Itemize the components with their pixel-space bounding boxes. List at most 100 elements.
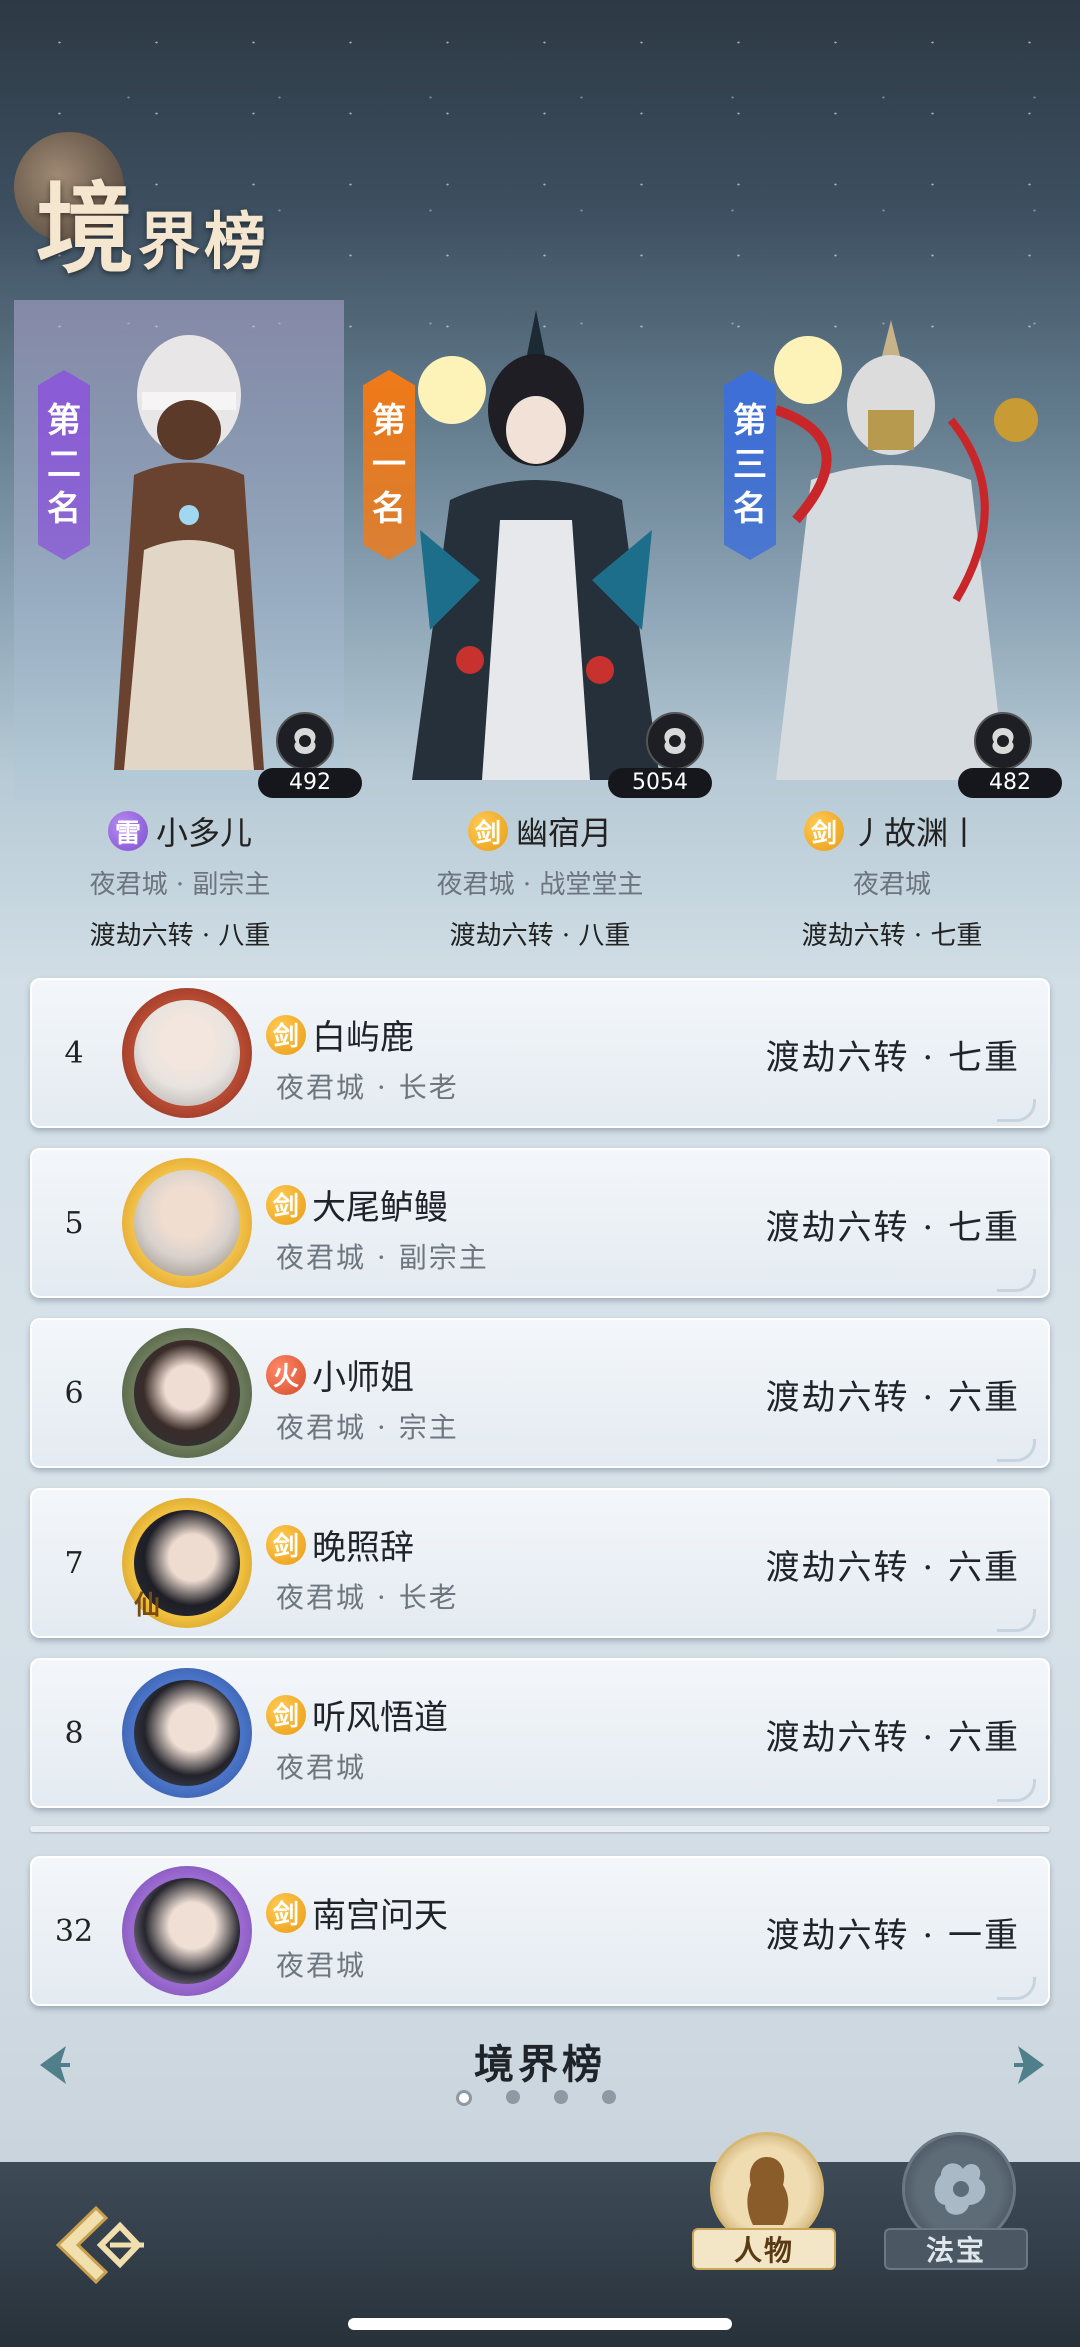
pagination-dot-1[interactable] <box>456 2090 472 2106</box>
pagination-dot-3[interactable] <box>554 2090 568 2104</box>
sect-emblem-icon <box>974 712 1032 770</box>
ranking-row[interactable]: 4 剑白屿鹿 夜君城 · 长老 渡劫六转 · 七重 <box>30 978 1050 1128</box>
player-sect: 夜君城 · 宗主 <box>276 1411 459 1444</box>
element-sword-icon: 剑 <box>266 1184 306 1225</box>
sect-emblem-icon <box>276 712 334 770</box>
rank-banner-char: 三 <box>733 445 767 485</box>
rank-number: 6 <box>64 1375 84 1411</box>
player-realm: 渡劫六转 · 六重 <box>765 1718 1020 1758</box>
score-pill: 492 <box>258 768 362 798</box>
sect-emblem-icon <box>646 712 704 770</box>
player-sect: 夜君城 · 战堂堂主 <box>436 870 644 900</box>
rank-banner-char: 二 <box>47 445 81 485</box>
element-sword-icon: 剑 <box>266 1694 306 1735</box>
player-sect: 夜君城 · 副宗主 <box>276 1241 489 1274</box>
row-corner-decoration <box>997 1439 1036 1462</box>
rank-banner-2: 第二名 <box>38 370 90 560</box>
element-sword-icon: 剑 <box>266 1892 306 1933</box>
top-info-rank-2[interactable]: 雷小多儿 夜君城 · 副宗主 渡劫六转 · 八重 <box>10 808 350 952</box>
row-corner-decoration <box>997 1099 1036 1122</box>
element-fire-icon: 火 <box>266 1354 306 1395</box>
player-sect: 夜君城 · 副宗主 <box>89 870 271 900</box>
podium-rank-2[interactable]: 第二名 492 <box>14 300 362 800</box>
rank-banner-3: 第三名 <box>724 370 776 560</box>
top-info-rank-1[interactable]: 剑幽宿月 夜君城 · 战堂堂主 渡劫六转 · 八重 <box>370 808 710 952</box>
player-avatar: 仙 <box>122 1498 252 1628</box>
ranking-row[interactable]: 6 火小师姐 夜君城 · 宗主 渡劫六转 · 六重 <box>30 1318 1050 1468</box>
pagination-dot-2[interactable] <box>506 2090 520 2104</box>
player-name: 丿故渊丨 <box>851 814 980 852</box>
player-sect: 夜君城 <box>276 1751 367 1784</box>
pagination-dot-4[interactable] <box>602 2090 616 2104</box>
player-realm: 渡劫六转 · 六重 <box>765 1548 1020 1588</box>
player-sect: 夜君城 · 长老 <box>276 1071 459 1104</box>
home-indicator <box>348 2318 732 2330</box>
rank-banner-char: 第 <box>733 401 767 441</box>
score-pill: 5054 <box>608 768 712 798</box>
rank-banner-char: 一 <box>372 445 406 485</box>
podium-rank-3[interactable]: 第三名 482 <box>716 300 1066 800</box>
leaderboard-name: 境界榜 <box>474 2041 606 2088</box>
rank-banner-1: 第一名 <box>363 370 415 560</box>
element-sword-icon: 剑 <box>803 811 844 851</box>
rank-number: 8 <box>64 1715 84 1751</box>
player-sect: 夜君城 <box>852 870 931 900</box>
element-sword-icon: 剑 <box>467 811 508 851</box>
tab-label: 法宝 <box>884 2228 1028 2270</box>
element-sword-icon: 剑 <box>266 1524 306 1565</box>
player-sect: 夜君城 <box>276 1949 367 1982</box>
player-avatar <box>122 1866 252 1996</box>
top-info-rank-3[interactable]: 剑丿故渊丨 夜君城 渡劫六转 · 七重 <box>722 808 1062 952</box>
player-name: 晚照辞 <box>312 1528 414 1568</box>
tab-label: 人物 <box>692 2228 836 2270</box>
list-divider <box>30 1826 1050 1832</box>
player-avatar <box>122 1328 252 1458</box>
rank-number: 32 <box>54 1913 94 1949</box>
player-name: 小师姐 <box>312 1358 414 1398</box>
rank-banner-char: 名 <box>47 489 81 529</box>
pagination-dots <box>456 2090 616 2106</box>
row-corner-decoration <box>997 1269 1036 1292</box>
player-realm: 渡劫六转 · 七重 <box>765 1208 1020 1248</box>
rank-number: 7 <box>64 1545 84 1581</box>
my-ranking-row[interactable]: 32 剑南宫问天 夜君城 渡劫六转 · 一重 <box>30 1856 1050 2006</box>
player-name: 南宫问天 <box>312 1896 448 1936</box>
score-pill: 482 <box>958 768 1062 798</box>
element-sword-icon: 剑 <box>266 1014 306 1055</box>
player-sect: 夜君城 · 长老 <box>276 1581 459 1614</box>
player-name: 白屿鹿 <box>312 1018 414 1058</box>
player-realm: 渡劫六转 · 七重 <box>801 921 983 951</box>
player-name: 听风悟道 <box>312 1698 448 1738</box>
element-thunder-icon: 雷 <box>107 811 148 851</box>
page-title-rest: 界榜 <box>138 205 271 278</box>
rank-banner-char: 名 <box>733 489 767 529</box>
player-realm: 渡劫六转 · 七重 <box>765 1038 1020 1078</box>
row-corner-decoration <box>997 1609 1036 1632</box>
ranking-row[interactable]: 5 剑大尾鲈鳗 夜君城 · 副宗主 渡劫六转 · 七重 <box>30 1148 1050 1298</box>
rank-banner-char: 名 <box>372 489 406 529</box>
ranking-row[interactable]: 8 剑听风悟道 夜君城 渡劫六转 · 六重 <box>30 1658 1050 1808</box>
tab-treasure[interactable]: 法宝 <box>884 2126 1028 2296</box>
player-name: 小多儿 <box>155 814 252 852</box>
row-corner-decoration <box>997 1779 1036 1802</box>
player-realm: 渡劫六转 · 一重 <box>765 1916 1020 1956</box>
ranking-row[interactable]: 7 仙 剑晚照辞 夜君城 · 长老 渡劫六转 · 六重 <box>30 1488 1050 1638</box>
player-realm: 渡劫六转 · 六重 <box>765 1378 1020 1418</box>
row-corner-decoration <box>997 1977 1036 2000</box>
player-name: 大尾鲈鳗 <box>312 1188 448 1228</box>
rank-banner-char: 第 <box>47 401 81 441</box>
podium-rank-1[interactable]: 第一名 5054 <box>360 300 712 800</box>
player-realm: 渡劫六转 · 八重 <box>89 921 271 951</box>
rank-number: 4 <box>64 1035 84 1071</box>
player-avatar <box>122 1668 252 1798</box>
rank-number: 5 <box>64 1205 84 1241</box>
player-realm: 渡劫六转 · 八重 <box>449 921 631 951</box>
rank-banner-char: 第 <box>372 401 406 441</box>
player-avatar <box>122 988 252 1118</box>
page-title-char-1: 境 <box>36 172 139 287</box>
avatar-badge: 仙 <box>134 1591 161 1621</box>
chevron-right-icon[interactable] <box>1004 2040 1054 2090</box>
back-arrow-icon[interactable] <box>46 2190 156 2300</box>
player-name: 幽宿月 <box>515 814 612 852</box>
tab-character[interactable]: 人物 <box>692 2126 836 2296</box>
